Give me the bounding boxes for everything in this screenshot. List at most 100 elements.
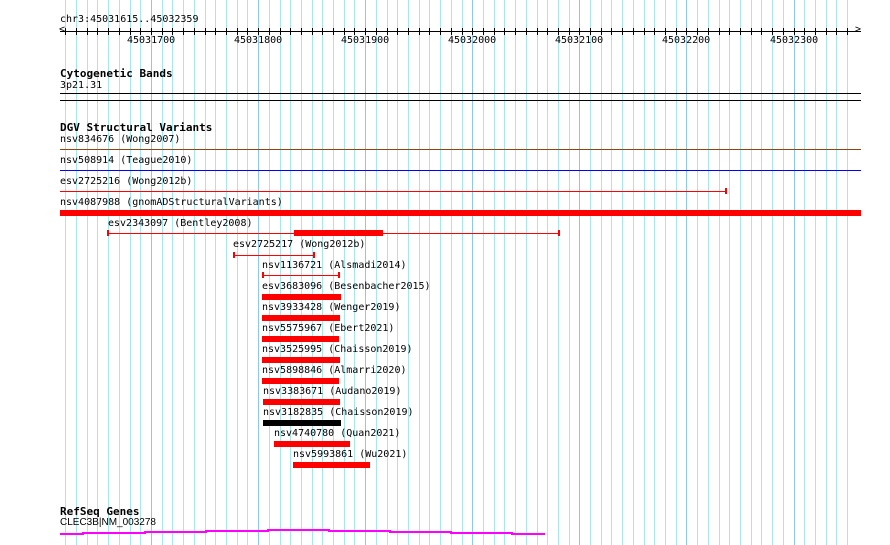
- grid-line: [515, 0, 516, 545]
- grid-line: [483, 0, 484, 545]
- feature-label[interactable]: esv2725216 (Wong2012b): [60, 176, 192, 187]
- ruler-tick: [247, 28, 248, 35]
- feature-nsv4087988[interactable]: [60, 210, 861, 216]
- feature-nsv1136721[interactable]: [263, 275, 339, 276]
- feature-label[interactable]: esv2343097 (Bentley2008): [108, 218, 253, 229]
- grid-line: [472, 0, 473, 545]
- cytoband-bar[interactable]: [60, 93, 861, 94]
- ruler-tick: [76, 28, 77, 35]
- track-divider: [60, 100, 861, 101]
- ruler-tick: [333, 28, 334, 35]
- ruler-tick: [847, 28, 848, 35]
- feature-label[interactable]: nsv5575967 (Ebert2021): [262, 323, 394, 334]
- grid-line: [108, 0, 109, 545]
- ruler-tick: [205, 28, 206, 35]
- grid-line: [376, 0, 377, 545]
- feature-label[interactable]: nsv5898846 (Almarri2020): [262, 365, 407, 376]
- grid-line: [836, 0, 837, 545]
- grid-line: [183, 0, 184, 545]
- feature-label[interactable]: nsv3383671 (Audano2019): [263, 386, 401, 397]
- feature-nsv5575967[interactable]: [262, 336, 339, 342]
- feature-label[interactable]: nsv3525995 (Chaisson2019): [262, 344, 413, 355]
- grid-line: [719, 0, 720, 545]
- feature-esv2725216[interactable]: [60, 191, 726, 192]
- ruler-tick: [162, 28, 163, 35]
- ruler-label: 45032200: [662, 35, 711, 46]
- grid-line: [537, 0, 538, 545]
- ruler-tick: [429, 28, 430, 35]
- feature-nsv3933428[interactable]: [262, 315, 340, 321]
- grid-line: [387, 0, 388, 545]
- ruler-tick: [130, 28, 131, 35]
- ruler-tick: [504, 28, 505, 35]
- feature-nsv3383671[interactable]: [263, 399, 340, 405]
- grid-line: [847, 0, 848, 545]
- ruler-tick: [108, 28, 109, 35]
- feature-nsv508914[interactable]: [60, 170, 861, 171]
- ruler-tick: [601, 28, 602, 35]
- grid-line: [740, 0, 741, 545]
- grid-line: [547, 0, 548, 545]
- feature-label[interactable]: esv2725217 (Wong2012b): [233, 239, 365, 250]
- grid-line: [633, 0, 634, 545]
- feature-nsv5993861[interactable]: [293, 462, 370, 468]
- feature-label[interactable]: esv3683096 (Besenbacher2015): [262, 281, 431, 292]
- feature-nsv3182835[interactable]: [263, 420, 341, 426]
- ruler-tick: [301, 28, 302, 35]
- location-label: chr3:45031615..45032359: [60, 14, 199, 25]
- feature-label[interactable]: nsv508914 (Teague2010): [60, 155, 192, 166]
- ruler-tick: [590, 28, 591, 35]
- ruler-tick: [644, 28, 645, 35]
- feature-label[interactable]: nsv5993861 (Wu2021): [293, 449, 407, 460]
- grid-line: [558, 0, 559, 545]
- grid-line: [215, 0, 216, 545]
- feature-label[interactable]: nsv4087988 (gnomADStructuralVariants): [60, 197, 283, 208]
- grid-line: [226, 0, 227, 545]
- grid-line: [130, 0, 131, 545]
- feature-label[interactable]: nsv3933428 (Wenger2019): [262, 302, 400, 313]
- feature-nsv4740780[interactable]: [274, 441, 350, 447]
- ruler-tick: [740, 28, 741, 35]
- grid-line: [494, 0, 495, 545]
- feature-label[interactable]: nsv3182835 (Chaisson2019): [263, 407, 414, 418]
- ruler-tick: [751, 28, 752, 35]
- feature-end-cap: [338, 272, 340, 278]
- grid-line: [761, 0, 762, 545]
- ruler-tick: [172, 28, 173, 35]
- grid-line: [697, 0, 698, 545]
- ruler-tick: [269, 28, 270, 35]
- ruler-tick: [344, 28, 345, 35]
- grid-line: [269, 0, 270, 545]
- grid-line: [172, 0, 173, 545]
- grid-line: [526, 0, 527, 545]
- feature-esv2343097-core[interactable]: [294, 230, 383, 236]
- cytoband-track-title[interactable]: Cytogenetic Bands: [60, 67, 173, 80]
- feature-nsv3525995[interactable]: [262, 357, 340, 363]
- ruler-tick: [290, 28, 291, 35]
- feature-label[interactable]: nsv1136721 (Alsmadi2014): [262, 260, 407, 271]
- ruler-tick: [119, 28, 120, 35]
- scroll-right-arrow-icon[interactable]: >: [855, 24, 861, 35]
- ruler-tick: [611, 28, 612, 35]
- ruler-tick: [708, 28, 709, 35]
- gene-model-CLEC3B[interactable]: [0, 520, 890, 545]
- grid-line: [429, 0, 430, 545]
- ruler-tick: [65, 28, 66, 35]
- ruler-label: 45031800: [234, 35, 283, 46]
- feature-label[interactable]: nsv834676 (Wong2007): [60, 134, 180, 145]
- feature-esv3683096[interactable]: [262, 294, 341, 300]
- ruler-tick: [440, 28, 441, 35]
- ruler-tick: [815, 28, 816, 35]
- feature-esv2725217[interactable]: [234, 255, 314, 256]
- feature-end-cap: [313, 252, 315, 258]
- ruler-tick: [226, 28, 227, 35]
- dgv-track-title[interactable]: DGV Structural Variants: [60, 121, 212, 134]
- feature-end-cap: [107, 230, 109, 236]
- ruler-label: 45032100: [555, 35, 604, 46]
- grid-line: [162, 0, 163, 545]
- feature-nsv834676[interactable]: [60, 149, 861, 150]
- feature-label[interactable]: nsv4740780 (Quan2021): [274, 428, 400, 439]
- grid-line: [451, 0, 452, 545]
- feature-nsv5898846[interactable]: [262, 378, 339, 384]
- grid-line: [579, 0, 580, 545]
